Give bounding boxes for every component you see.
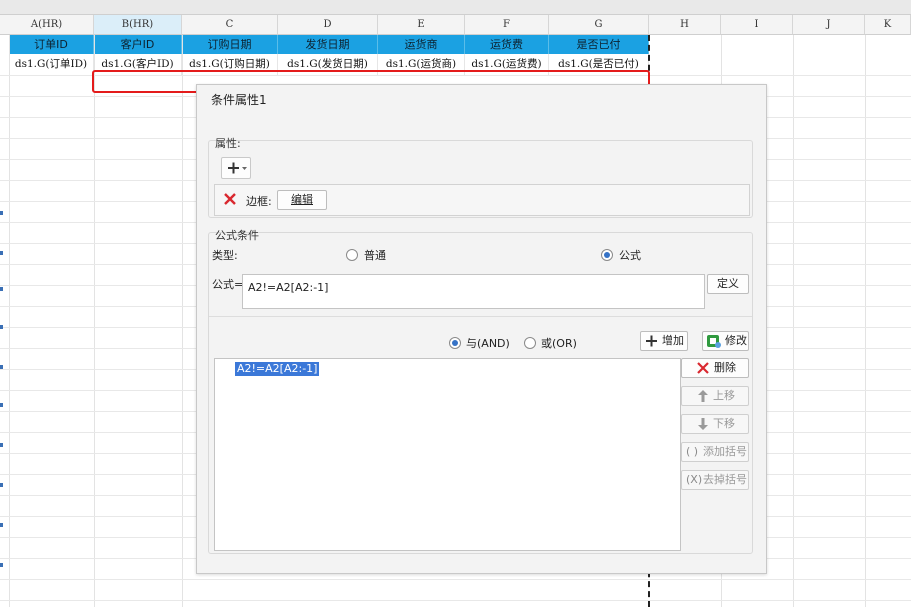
column-header-k[interactable]: K: [865, 15, 911, 35]
row-marker: [0, 211, 3, 215]
column-header-j[interactable]: J: [793, 15, 865, 35]
logic-and-radio[interactable]: [449, 337, 461, 349]
delete-label: 删除: [714, 361, 736, 374]
remove-attribute-icon[interactable]: [222, 191, 238, 207]
grid-line: [0, 600, 911, 601]
header-cell-ship-date[interactable]: 发货日期: [278, 35, 378, 54]
move-up-button[interactable]: 上移: [681, 386, 749, 406]
plus-icon: [645, 333, 659, 355]
add-attribute-button[interactable]: [221, 157, 251, 179]
condition-item[interactable]: A2!=A2[A2:-1]: [235, 362, 320, 376]
add-condition-label: 增加: [662, 334, 684, 347]
formula-label: 公式=: [212, 278, 244, 291]
border-attribute-row: 边框: 编辑: [214, 184, 750, 216]
type-normal-label: 普通: [364, 249, 386, 262]
modify-condition-label: 修改: [725, 334, 747, 347]
move-down-label: 下移: [713, 417, 735, 430]
plus-icon: [228, 162, 247, 174]
arrow-down-icon: [697, 417, 709, 437]
condition-attribute-dialog: 条件属性1 属性: 边框: 编辑 公式条件 类型: 普通 公式 公式= A2!=…: [196, 84, 767, 574]
condition-list[interactable]: A2!=A2[A2:-1]: [214, 358, 681, 551]
attributes-group: 属性: 边框: 编辑: [208, 137, 753, 218]
bracket-icon: ( ): [686, 445, 699, 458]
edit-border-button[interactable]: 编辑: [277, 190, 327, 210]
modify-icon: [706, 333, 722, 355]
formula-condition-label: 公式条件: [215, 229, 259, 242]
define-button[interactable]: 定义: [707, 274, 749, 294]
remove-bracket-label: 去掉括号: [703, 473, 747, 486]
move-down-button[interactable]: 下移: [681, 414, 749, 434]
column-header-b[interactable]: B(HR): [94, 15, 182, 35]
delete-condition-button[interactable]: 删除: [681, 358, 749, 378]
remove-bracket-button[interactable]: (X) 去掉括号: [681, 470, 749, 490]
divider: [209, 316, 752, 317]
delete-icon: [696, 361, 710, 381]
row-marker: [0, 563, 3, 567]
move-up-label: 上移: [713, 389, 735, 402]
header-cell-customer-id[interactable]: 客户ID: [94, 35, 182, 54]
row-marker: [0, 443, 3, 447]
header-cell-order-id[interactable]: 订单ID: [9, 35, 94, 54]
dialog-title: 条件属性1: [211, 93, 267, 107]
header-cell-order-date[interactable]: 订购日期: [182, 35, 278, 54]
remove-bracket-icon: (X): [686, 473, 703, 486]
type-formula-label: 公式: [619, 249, 641, 262]
row-marker: [0, 523, 3, 527]
logic-or-radio[interactable]: [524, 337, 536, 349]
attributes-label: 属性:: [215, 137, 241, 150]
grid-line: [793, 35, 794, 607]
column-header-a[interactable]: A(HR): [0, 15, 94, 35]
formula-value: A2!=A2[A2:-1]: [248, 281, 329, 294]
row-marker: [0, 251, 3, 255]
row-marker: [0, 483, 3, 487]
column-header-h[interactable]: H: [649, 15, 721, 35]
column-header-f[interactable]: F: [465, 15, 549, 35]
logic-or-label: 或(OR): [541, 337, 577, 350]
grid-line: [94, 35, 95, 607]
header-cell-paid[interactable]: 是否已付: [549, 35, 649, 54]
add-bracket-button[interactable]: ( ) 添加括号: [681, 442, 749, 462]
toolbar-strip: [0, 0, 911, 15]
data-cell-order-id[interactable]: ds1.G(订单ID): [9, 54, 94, 75]
grid-line: [9, 35, 10, 607]
row-marker: [0, 365, 3, 369]
arrow-up-icon: [697, 389, 709, 409]
column-header-i[interactable]: I: [721, 15, 793, 35]
type-formula-radio[interactable]: [601, 249, 613, 261]
type-normal-radio[interactable]: [346, 249, 358, 261]
grid-line: [865, 35, 866, 607]
add-condition-button[interactable]: 增加: [640, 331, 688, 351]
column-header-c[interactable]: C: [182, 15, 278, 35]
border-label: 边框:: [246, 195, 272, 208]
modify-condition-button[interactable]: 修改: [702, 331, 749, 351]
row-marker: [0, 325, 3, 329]
type-label: 类型:: [212, 249, 238, 262]
header-cell-freight[interactable]: 运货费: [465, 35, 549, 54]
row-marker: [0, 403, 3, 407]
add-bracket-label: 添加括号: [703, 445, 747, 458]
logic-and-label: 与(AND): [466, 337, 510, 350]
row-marker: [0, 287, 3, 291]
column-header-e[interactable]: E: [378, 15, 465, 35]
grid-line: [182, 35, 183, 607]
header-cell-shipper[interactable]: 运货商: [378, 35, 465, 54]
column-header-g[interactable]: G: [549, 15, 649, 35]
formula-input[interactable]: A2!=A2[A2:-1]: [242, 274, 705, 309]
grid-line: [0, 579, 911, 580]
column-header-d[interactable]: D: [278, 15, 378, 35]
formula-condition-group: 公式条件 类型: 普通 公式 公式= A2!=A2[A2:-1] 定义 与(AN…: [208, 229, 753, 554]
